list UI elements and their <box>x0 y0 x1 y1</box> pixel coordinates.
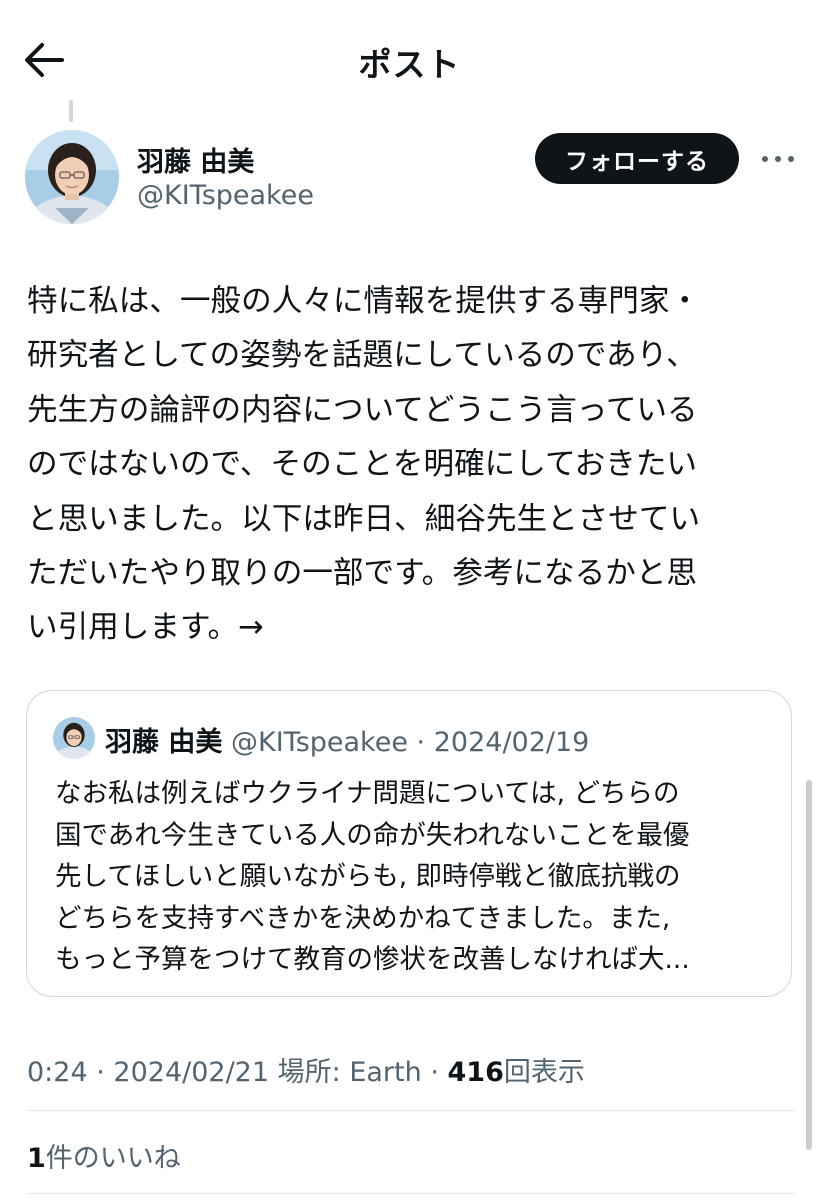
quoted-text-line: 国であれ今生きている人の命が失われないことを最優 <box>55 819 690 851</box>
post-text-line: のではないので、そのことを明確にしておきたい <box>27 447 697 483</box>
quoted-post-text: なお私は例えばウクライナ問題については, どちらの 国であれ今生きている人の命が… <box>55 773 690 981</box>
likes-count: 1 <box>27 1143 46 1174</box>
author-avatar[interactable] <box>25 130 119 224</box>
quoted-text-line: どちらを支持すべきかを決めかねてきました。また, <box>55 902 671 934</box>
quoted-post-date: 2024/02/19 <box>433 727 590 758</box>
post-text-line: 特に私は、一般の人々に情報を提供する専門家・ <box>27 284 701 319</box>
scrollbar[interactable] <box>806 780 812 1150</box>
views-label: 回表示 <box>503 1057 585 1088</box>
quoted-post-header: 羽藤 由美 @KITspeakee · 2024/02/19 <box>105 720 589 759</box>
separator-dot: · <box>430 1057 439 1088</box>
post-text-line: ただいたやり取りの一部です。参考になるかと思 <box>27 555 697 591</box>
post-text-line: 研究者としての姿勢を話題にしているのであり、 <box>27 338 697 374</box>
thread-connector-line <box>69 100 73 122</box>
quoted-author-avatar <box>53 717 95 759</box>
post-location: 場所: Earth <box>277 1057 422 1088</box>
quoted-text-line: 先してほしいと願いながらも, 即時停戦と徹底抗戦の <box>55 861 681 892</box>
quoted-author-name: 羽藤 由美 <box>105 727 223 758</box>
likes-summary[interactable]: 1件のいいね <box>27 1136 181 1175</box>
follow-button[interactable]: フォローする <box>535 133 739 184</box>
profile-photo <box>53 717 95 759</box>
post-date[interactable]: 2024/02/21 <box>113 1057 269 1088</box>
author-name[interactable]: 羽藤 由美 <box>137 140 254 179</box>
post-metadata: 0:24 · 2024/02/21 場所: Earth · 416回表示 <box>27 1050 585 1089</box>
views-count: 416 <box>447 1057 504 1088</box>
post-time[interactable]: 0:24 <box>27 1057 88 1088</box>
separator-dot: · <box>416 727 426 758</box>
divider <box>27 1193 795 1194</box>
profile-photo <box>25 130 119 224</box>
author-handle[interactable]: @KITspeakee <box>137 180 314 211</box>
quoted-author-handle: @KITspeakee <box>231 727 408 758</box>
post-text-line: い引用します。→ <box>27 610 264 646</box>
top-bar: ポスト <box>0 0 819 118</box>
separator-dot: · <box>96 1057 105 1088</box>
page-title: ポスト <box>358 45 461 84</box>
post-text-line: 先生方の論評の内容についてどうこう言っている <box>27 392 698 428</box>
likes-label: 件のいいね <box>45 1143 181 1174</box>
post-text: 特に私は、一般の人々に情報を提供する専門家・ 研究者としての姿勢を話題にしている… <box>27 275 797 656</box>
quoted-text-line: もっと予算をつけて教育の惨状を改善しなければ大... <box>55 944 690 975</box>
divider <box>27 1110 795 1111</box>
post-text-line: と思いました。以下は昨日、細谷先生とさせてい <box>27 501 701 537</box>
more-button[interactable] <box>758 146 798 172</box>
more-horizontal-icon <box>762 156 794 162</box>
quoted-post-card[interactable]: 羽藤 由美 @KITspeakee · 2024/02/19 なお私は例えばウク… <box>26 690 792 997</box>
quoted-text-line: なお私は例えばウクライナ問題については, どちらの <box>55 778 680 809</box>
